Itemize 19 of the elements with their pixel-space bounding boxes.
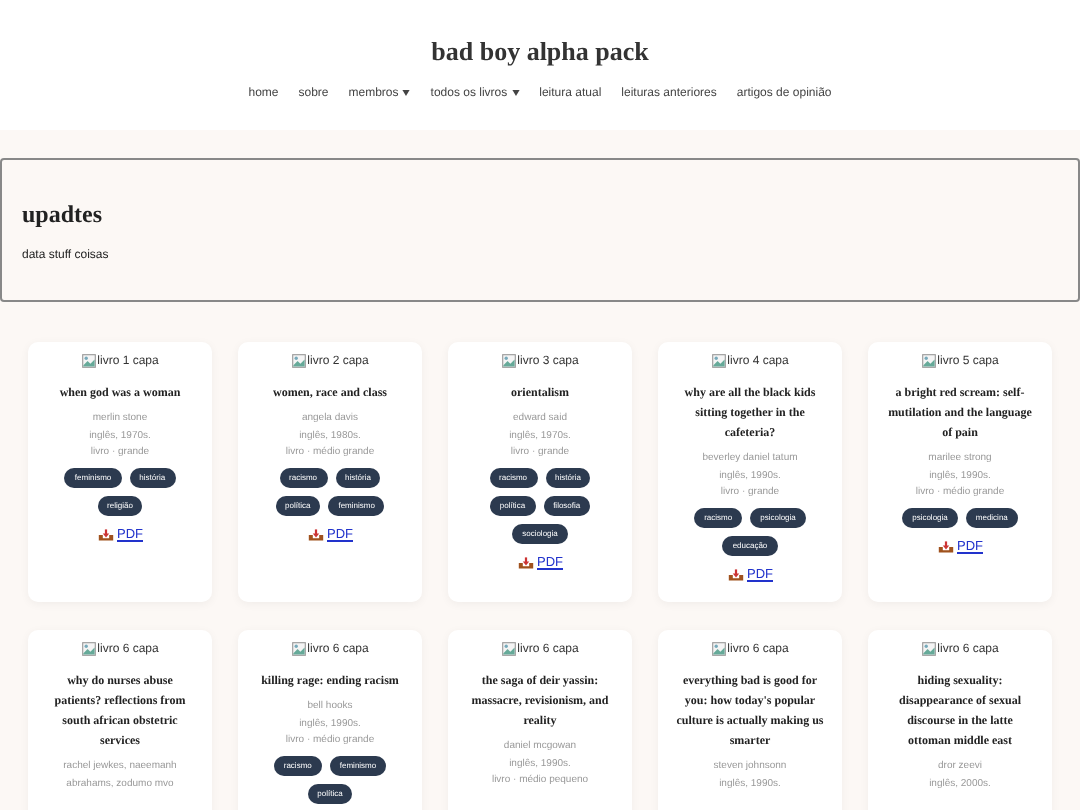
broken-image-icon [501,642,516,656]
download-tray-icon [97,527,113,541]
broken-image-icon [81,642,96,656]
caret-icon [402,89,411,96]
updates-heading: upadtes [22,200,105,230]
broken-image-icon [711,354,726,368]
broken-image-icon [81,354,96,368]
site-title: bad boy alpha pack [429,36,651,68]
download-tray-icon [517,555,533,569]
caret-icon [511,89,520,96]
download-tray-icon [307,527,323,541]
broken-image-icon [921,642,936,656]
broken-image-icon [291,354,306,368]
broken-image-icon [501,354,516,368]
download-tray-icon [937,539,953,553]
download-tray-icon [727,567,743,581]
broken-image-icon [921,354,936,368]
broken-image-icon [291,642,306,656]
broken-image-icon [711,642,726,656]
